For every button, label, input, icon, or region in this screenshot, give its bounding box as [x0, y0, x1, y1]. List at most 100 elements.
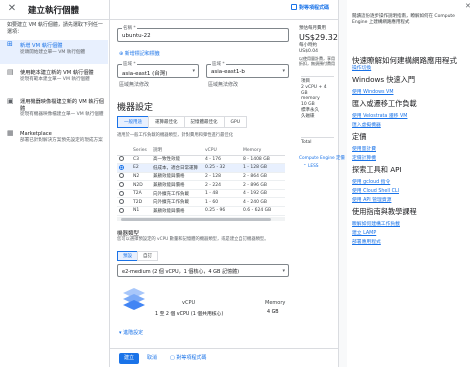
- row-series: N2: [131, 172, 151, 182]
- cost-hourly: 每小時約 US$0.04: [299, 42, 319, 55]
- row-series: T2A: [131, 189, 151, 199]
- cost-items: 項目 2 vCPU + 4 GB memory 10 GB 標準永久 久磁碟: [301, 76, 334, 120]
- close-icon[interactable]: ✕: [465, 2, 471, 10]
- help-link[interactable]: 瞭解如何建構工作負載: [352, 220, 400, 227]
- radio-button[interactable]: [119, 190, 124, 196]
- help-heading: Windows 快速入門: [352, 75, 416, 84]
- radio-button[interactable]: [119, 173, 124, 179]
- cancel-button[interactable]: 取消: [147, 353, 157, 364]
- table-row[interactable]: N1 兼顧效能與價格 0.25 - 96 0.6 - 624 GB: [117, 206, 285, 216]
- radio-button[interactable]: [119, 199, 124, 205]
- add-labels-link[interactable]: ⊕ 新增標記和標籤: [119, 50, 160, 57]
- tab-description: 適用於一般工作負載的機器類型，針對費用和彈性進行最佳化: [117, 133, 234, 138]
- equivalent-code-bottom-button[interactable]: ▢ 對等項程式碼: [170, 353, 206, 364]
- advanced-config-link[interactable]: ▾ 進階設定: [119, 329, 143, 336]
- advanced-config-label: 進階設定: [123, 330, 144, 336]
- nav-item-marketplace[interactable]: ▦ Marketplace 部署已針對解決方案預先設定的現成方案: [0, 129, 108, 151]
- pricing-link[interactable]: Compute Engine 定價: [299, 155, 345, 161]
- row-desc: 兼顧效能與價格: [151, 180, 203, 190]
- help-link[interactable]: 匯入虛擬機器: [352, 121, 381, 128]
- server-stack-icon: [123, 288, 145, 310]
- radio-button[interactable]: [119, 156, 124, 162]
- name-field-value: ubuntu-22: [122, 33, 151, 39]
- table-row[interactable]: N2 兼顧效能與價格 2 - 128 2 - 864 GB: [117, 172, 285, 182]
- radio-button[interactable]: [119, 164, 124, 170]
- machine-config-heading: 機器設定: [117, 103, 154, 113]
- row-desc: 兼顧效能與價格: [151, 206, 203, 216]
- equivalent-code-label: 對等項程式碼: [299, 5, 330, 11]
- row-vcpu: 0.25 - 96: [203, 206, 241, 216]
- table-row[interactable]: T2A 向外擴充工作負載 1 - 48 4 - 192 GB: [117, 189, 285, 199]
- tab-memory-optimized[interactable]: 記憶體最佳化: [183, 116, 225, 128]
- nav-divider: [109, 0, 110, 367]
- tab-gpu[interactable]: GPU: [223, 116, 247, 128]
- help-link[interactable]: 部署應用程式: [352, 238, 381, 245]
- name-field[interactable]: 名稱 * ubuntu-22: [117, 25, 289, 42]
- equivalent-code-button[interactable]: 對等項程式碼: [291, 4, 329, 11]
- cost-total-label: Total: [301, 137, 334, 146]
- help-link[interactable]: 使用 API 管理資源: [352, 196, 391, 203]
- cost-amount: US$29.32: [299, 32, 338, 42]
- region-select[interactable]: 區域 * asia-east1 (台灣) ▾: [117, 61, 199, 78]
- close-icon[interactable]: ✕: [6, 3, 18, 14]
- less-link[interactable]: ⌃ LESS: [303, 164, 319, 169]
- marketplace-icon: ▦: [7, 129, 14, 137]
- help-link[interactable]: 使用 gcloud 指令: [352, 178, 390, 185]
- help-link[interactable]: 使用 Windows VM: [352, 88, 393, 95]
- radio-button[interactable]: [119, 207, 124, 213]
- scrollbar-thumb[interactable]: [121, 217, 271, 221]
- row-vcpu: 1 - 48: [203, 189, 241, 199]
- tab-preset[interactable]: 預設: [117, 251, 138, 261]
- region-select-label: 區域 *: [122, 61, 137, 67]
- gutter: [339, 0, 347, 367]
- top-bar: ✕ 建立執行個體 對等項程式碼: [0, 0, 338, 20]
- row-series: E2: [131, 163, 151, 173]
- row-memory: 8 - 1408 GB: [241, 155, 285, 165]
- tab-general-purpose[interactable]: 一般用途: [117, 116, 149, 128]
- help-link[interactable]: 使用 Velostrata 遷移 VM: [352, 112, 407, 119]
- row-memory: 0.6 - 624 GB: [241, 206, 285, 216]
- nav-item-template[interactable]: ▤ 使用範本建立新的 VM 執行個體 從現有範本建立單一 VM 執行個體: [0, 68, 108, 94]
- row-vcpu: 1 - 60: [203, 197, 241, 208]
- zone-select[interactable]: 區域 * asia-east1-b ▾: [206, 61, 289, 78]
- zone-note: 區域無法修改: [208, 82, 239, 88]
- template-icon: ▤: [7, 68, 14, 76]
- create-button[interactable]: 建立: [119, 353, 139, 364]
- nav-item-new-vm[interactable]: ⊞ 新增 VM 執行個體 從頭開始建立單一 VM 執行個體: [0, 40, 108, 64]
- help-link[interactable]: 操作切換: [352, 64, 371, 71]
- help-link[interactable]: 建立 LAMP: [352, 229, 376, 236]
- table-row[interactable]: C3 高一致性效能 4 - 176 8 - 1408 GB: [117, 155, 285, 165]
- nav-item-subtitle: 部署已針對解決方案預先設定的現成方案: [20, 137, 103, 143]
- zone-select-value: asia-east1-b: [211, 69, 245, 75]
- table-row[interactable]: E2 低成本，適合日常運算 0.25 - 32 1 - 128 GB: [117, 163, 285, 173]
- help-desc: 閱讀這份逐步操作說明指南，瞭解如何在 Compute Engine 上建構網路應…: [352, 14, 455, 25]
- tab-custom[interactable]: 自訂: [137, 251, 158, 261]
- nav-item-subtitle: 從頭開始建立單一 VM 執行個體: [20, 49, 86, 55]
- nav-item-machine-image[interactable]: ▣ 運用機器映像檔建立新的 VM 執行個體 從現有機器映像檔建立單一 VM 執行…: [0, 97, 108, 127]
- row-series: C3: [131, 155, 151, 165]
- region-select-value: asia-east1 (台灣): [122, 71, 168, 77]
- help-link[interactable]: 使用 Cloud Shell CLI: [352, 187, 399, 194]
- zone-select-label: 區域 *: [211, 61, 226, 67]
- help-link[interactable]: 定價計算機: [352, 154, 376, 161]
- row-desc: 低成本，適合日常運算: [151, 163, 203, 173]
- table-row[interactable]: N2D 兼顧效能與價格 2 - 224 2 - 896 GB: [117, 180, 285, 190]
- name-field-label: 名稱 *: [122, 25, 137, 31]
- row-vcpu: 4 - 176: [203, 155, 241, 165]
- series-table: Series 說明 vCPU Memory C3 高一致性效能 4 - 176 8 -…: [117, 146, 285, 216]
- tab-compute-optimized[interactable]: 運算最佳化: [148, 116, 185, 128]
- help-link[interactable]: 使用量計費: [352, 145, 376, 152]
- equivalent-code-bottom-label: 對等項程式碼: [176, 355, 207, 361]
- radio-button[interactable]: [119, 182, 124, 188]
- table-scrollbar[interactable]: [117, 217, 285, 221]
- create-vm-page: { "topbar": { "close_icon": "close-icon"…: [0, 0, 474, 367]
- nav-intro: 如要建立 VM 執行個體，請先選取下列任一選項：: [7, 22, 103, 35]
- row-desc: 兼顧效能與價格: [151, 172, 203, 182]
- machine-type-select[interactable]: e2-medium (2 個 vCPU，1 個核心，4 GB 記憶體) ▾: [117, 264, 289, 277]
- table-row[interactable]: T2D 向外擴充工作負載 1 - 60 4 - 240 GB: [117, 197, 285, 208]
- machine-type-heading: 機器類型: [117, 231, 140, 237]
- image-icon: ▣: [7, 97, 14, 105]
- row-series: N1: [131, 206, 151, 216]
- cost-item: 久磁碟: [301, 113, 315, 119]
- plus-icon: ⊞: [7, 40, 13, 48]
